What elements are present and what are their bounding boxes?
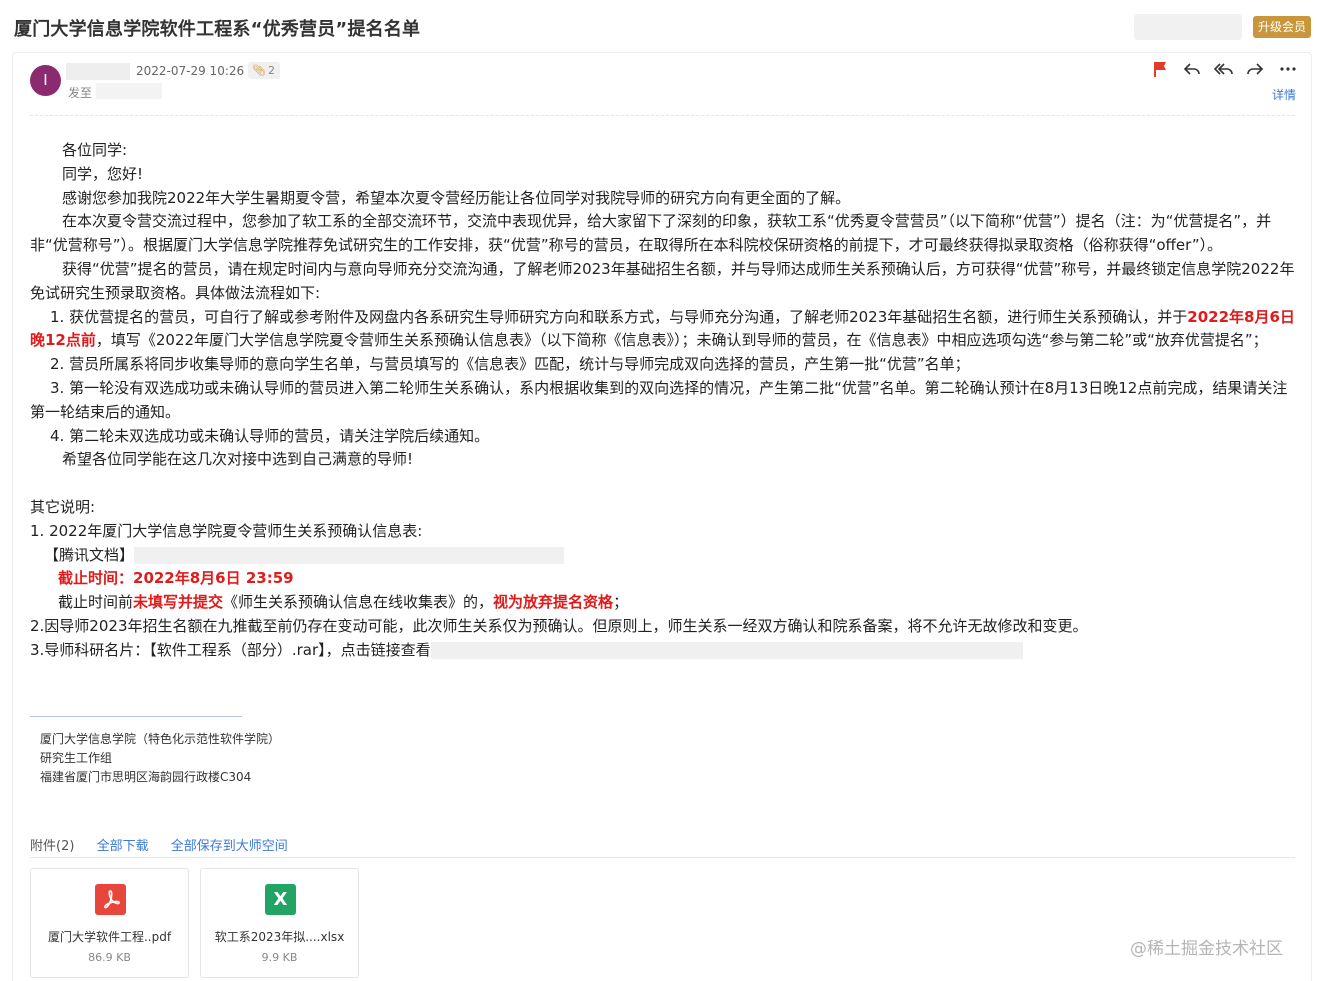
paragraph-3: 获得“优营”提名的营员，请在规定时间内与意向导师充分交流沟通，了解老师2023年… bbox=[30, 259, 1295, 302]
deadline-note-emph: 未填写并提交 bbox=[133, 593, 224, 612]
paragraph-2: 在本次夏令营交流过程中，您参加了软工系的全部交流环节，交流中表现优异，给大家留下… bbox=[30, 212, 1272, 255]
wish-line: 希望各位同学能在这几次对接中选到自己满意的导师! bbox=[62, 450, 414, 469]
deadline-note: 截止时间前未填写并提交《师生关系预确认信息在线收集表》的，视为放弃提名资格； bbox=[30, 591, 1300, 615]
excel-icon: X bbox=[265, 884, 296, 915]
paragraph-1: 感谢您参加我院2022年大学生暑期夏令营，希望本次夏令营经历能让各位同学对我院导… bbox=[62, 188, 851, 207]
step-2: 2. 营员所属系将同步收集导师的意向学生名单，与营员填写的《信息表》匹配，统计与… bbox=[50, 355, 970, 374]
deadline-line: 截止时间：2022年8月6日 23:59 bbox=[30, 567, 1300, 591]
hello-line: 同学，您好! bbox=[62, 164, 144, 183]
reply-icon[interactable] bbox=[1182, 60, 1202, 80]
other-note-3: 3.导师科研名片：【软件工程系（部分）.rar】，点击链接查看 bbox=[30, 640, 431, 659]
download-all-link[interactable]: 全部下载 bbox=[97, 839, 149, 854]
reply-all-icon[interactable] bbox=[1213, 60, 1233, 80]
header-divider bbox=[30, 115, 1295, 116]
attachment-count: 2 bbox=[267, 64, 275, 77]
pdf-icon bbox=[95, 884, 126, 915]
step-1-text-b: ，填写《2022年厦门大学信息学院夏令营师生关系预确认信息表》（以下简称《信息表… bbox=[95, 331, 1268, 350]
other-note-1: 1. 2022年厦门大学信息学院夏令营师生关系预确认信息表: bbox=[30, 521, 423, 540]
attachment-file[interactable]: X 软工系2023年拟....xlsx 9.9 KB bbox=[200, 868, 359, 978]
attachment-size: 9.9 KB bbox=[261, 951, 298, 964]
other-note-2: 2.因导师2023年招生名额在九推截至前仍存在变动可能，此次师生关系仅为预确认。… bbox=[30, 616, 1088, 635]
upgrade-button[interactable]: 升级会员 bbox=[1253, 16, 1311, 38]
more-icon[interactable] bbox=[1278, 60, 1298, 80]
greeting: 各位同学: bbox=[62, 141, 128, 159]
deadline-note-end: ； bbox=[613, 593, 629, 612]
other-notes-title: 其它说明: bbox=[30, 497, 96, 516]
attachments-header: 附件(2) 全部下载 全部保存到大师空间 bbox=[30, 835, 306, 854]
step-3: 3. 第一轮没有双选成功或未确认导师的营员进入第二轮师生关系确认，系内根据收集到… bbox=[30, 378, 1288, 421]
deadline-note-c: 《师生关系预确认信息在线收集表》的， bbox=[223, 593, 494, 612]
attachment-count-badge[interactable]: 📎︎ 2 bbox=[248, 62, 280, 79]
title-bar: 厦门大学信息学院软件工程系“优秀营员”提名名单 升级会员 bbox=[0, 0, 1317, 56]
watermark: @稀土掘金技术社区 bbox=[1130, 939, 1283, 959]
tencent-doc-line: 【腾讯文档】 bbox=[30, 544, 1300, 568]
sender-name-redacted[interactable] bbox=[66, 63, 130, 80]
step-1-text-a: 1. 获优营提名的营员，可自行了解或参考附件及网盘内各系研究生导师研究方向和联系… bbox=[50, 307, 1188, 326]
signature-divider bbox=[30, 716, 242, 717]
signature: 厦门大学信息学院（特色化示范性软件学院） 研究生工作组 福建省厦门市思明区海韵园… bbox=[40, 730, 280, 787]
deadline-note-a: 截止时间前 bbox=[58, 593, 134, 612]
recipient-redacted bbox=[96, 83, 162, 99]
email-subject: 厦门大学信息学院软件工程系“优秀营员”提名名单 bbox=[14, 19, 421, 40]
forward-icon[interactable] bbox=[1245, 60, 1265, 80]
other-note-3-line: 3.导师科研名片：【软件工程系（部分）.rar】，点击链接查看 bbox=[30, 639, 1300, 663]
deadline-text: 截止时间：2022年8月6日 23:59 bbox=[58, 569, 294, 588]
tencent-doc-link-redacted[interactable] bbox=[134, 546, 565, 564]
deadline-note-warning: 视为放弃提名资格 bbox=[493, 593, 614, 612]
email-datetime: 2022-07-29 10:26 bbox=[136, 64, 245, 78]
detail-link[interactable]: 详情 bbox=[1272, 86, 1296, 103]
tencent-doc-label: 【腾讯文档】 bbox=[44, 545, 135, 564]
attachments-label: 附件(2) bbox=[30, 839, 75, 854]
save-all-link[interactable]: 全部保存到大师空间 bbox=[171, 839, 288, 854]
user-account-redacted[interactable] bbox=[1134, 14, 1242, 40]
attachment-size: 86.9 KB bbox=[88, 951, 131, 964]
step-4: 4. 第二轮未双选成功或未确认导师的营员，请关注学院后续通知。 bbox=[50, 426, 490, 445]
avatar[interactable]: I bbox=[30, 65, 61, 96]
email-body: 各位同学: 同学，您好! 感谢您参加我院2022年大学生暑期夏令营，希望本次夏令… bbox=[30, 139, 1300, 663]
step-1: 1. 获优营提名的营员，可自行了解或参考附件及网盘内各系研究生导师研究方向和联系… bbox=[30, 306, 1300, 354]
signature-line-1: 厦门大学信息学院（特色化示范性软件学院） bbox=[40, 732, 281, 746]
flag-icon[interactable] bbox=[1150, 60, 1170, 80]
paperclip-icon: 📎︎ bbox=[252, 64, 266, 77]
signature-line-3: 福建省厦门市思明区海韵园行政楼C304 bbox=[40, 770, 252, 784]
card-link-redacted[interactable] bbox=[430, 641, 1023, 659]
signature-line-2: 研究生工作组 bbox=[40, 751, 113, 765]
attachment-file[interactable]: 厦门大学软件工程..pdf 86.9 KB bbox=[30, 868, 189, 978]
attachment-name: 软工系2023年拟....xlsx bbox=[214, 930, 345, 944]
attachment-name: 厦门大学软件工程..pdf bbox=[47, 930, 172, 944]
attachments-divider bbox=[30, 857, 1295, 858]
sent-to-label: 发至 bbox=[68, 86, 93, 100]
